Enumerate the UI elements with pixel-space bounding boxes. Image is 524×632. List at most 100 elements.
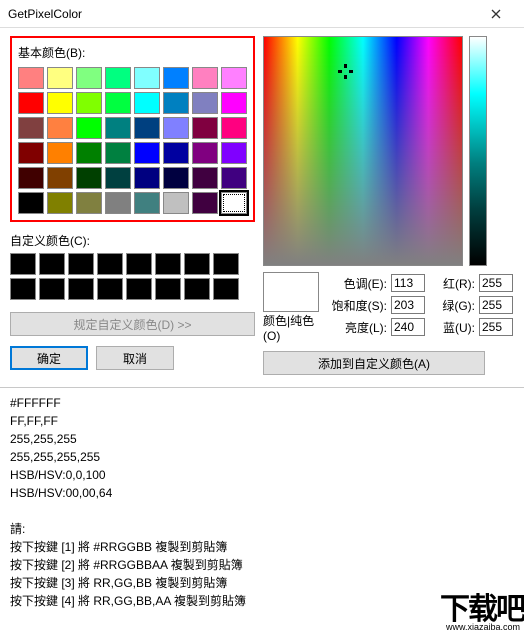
tip-4: 按下按鍵 [4] 將 RR,GG,BB,AA 複製到剪貼簿	[10, 592, 514, 610]
basic-swatch[interactable]	[18, 167, 44, 189]
custom-swatch[interactable]	[97, 278, 123, 300]
basic-swatch[interactable]	[76, 142, 102, 164]
basic-swatch[interactable]	[163, 142, 189, 164]
close-button[interactable]	[476, 2, 516, 26]
basic-swatch[interactable]	[221, 67, 247, 89]
basic-swatch[interactable]	[221, 167, 247, 189]
basic-swatch[interactable]	[221, 92, 247, 114]
basic-colors-group: 基本颜色(B):	[10, 36, 255, 222]
close-icon	[491, 9, 501, 19]
divider	[0, 387, 524, 388]
custom-swatch[interactable]	[97, 253, 123, 275]
basic-swatch[interactable]	[47, 167, 73, 189]
basic-swatch[interactable]	[221, 117, 247, 139]
basic-swatch[interactable]	[163, 167, 189, 189]
window-title: GetPixelColor	[8, 7, 476, 21]
basic-swatch[interactable]	[105, 167, 131, 189]
basic-swatch[interactable]	[163, 192, 189, 214]
basic-swatch[interactable]	[105, 117, 131, 139]
basic-swatch[interactable]	[192, 192, 218, 214]
basic-swatch[interactable]	[18, 117, 44, 139]
custom-swatch[interactable]	[126, 253, 152, 275]
custom-swatch[interactable]	[213, 278, 239, 300]
info-rgb-hex: FF,FF,FF	[10, 412, 514, 430]
basic-swatch[interactable]	[18, 142, 44, 164]
basic-swatch[interactable]	[134, 167, 160, 189]
add-to-custom-button[interactable]: 添加到自定义颜色(A)	[263, 351, 485, 375]
basic-swatch[interactable]	[47, 92, 73, 114]
info-hex: #FFFFFF	[10, 394, 514, 412]
basic-swatch[interactable]	[192, 142, 218, 164]
basic-swatch[interactable]	[134, 67, 160, 89]
basic-swatch[interactable]	[163, 67, 189, 89]
basic-swatch[interactable]	[163, 117, 189, 139]
basic-swatch[interactable]	[76, 117, 102, 139]
basic-swatch[interactable]	[192, 117, 218, 139]
basic-swatch[interactable]	[47, 117, 73, 139]
info-hsb1: HSB/HSV:0,0,100	[10, 466, 514, 484]
basic-swatch[interactable]	[192, 92, 218, 114]
lum-input[interactable]	[391, 318, 425, 336]
basic-swatch[interactable]	[163, 92, 189, 114]
blue-input[interactable]	[479, 318, 513, 336]
info-block: #FFFFFF FF,FF,FF 255,255,255 255,255,255…	[0, 394, 524, 610]
basic-swatch[interactable]	[192, 167, 218, 189]
basic-swatch[interactable]	[47, 67, 73, 89]
sat-input[interactable]	[391, 296, 425, 314]
custom-swatch[interactable]	[68, 253, 94, 275]
custom-swatch[interactable]	[213, 253, 239, 275]
crosshair-icon	[338, 64, 353, 79]
basic-swatch[interactable]	[76, 92, 102, 114]
basic-swatch[interactable]	[18, 192, 44, 214]
ok-button[interactable]: 确定	[10, 346, 88, 370]
basic-swatch[interactable]	[221, 192, 247, 214]
hue-label: 色调(E):	[329, 275, 387, 292]
info-rgba-dec: 255,255,255,255	[10, 448, 514, 466]
define-custom-button[interactable]: 规定自定义颜色(D) >>	[10, 312, 255, 336]
custom-swatch[interactable]	[10, 278, 36, 300]
basic-swatch[interactable]	[192, 67, 218, 89]
basic-swatch[interactable]	[105, 92, 131, 114]
tip-3: 按下按鍵 [3] 將 RR,GG,BB 複製到剪貼簿	[10, 574, 514, 592]
custom-swatch[interactable]	[126, 278, 152, 300]
custom-swatch[interactable]	[39, 253, 65, 275]
basic-swatch[interactable]	[18, 67, 44, 89]
custom-colors-label: 自定义颜色(C):	[10, 232, 255, 249]
custom-swatch[interactable]	[39, 278, 65, 300]
basic-swatch[interactable]	[105, 142, 131, 164]
tip-1: 按下按鍵 [1] 將 #RRGGBB 複製到剪貼簿	[10, 538, 514, 556]
hue-input[interactable]	[391, 274, 425, 292]
basic-swatch[interactable]	[221, 142, 247, 164]
red-label: 红(R):	[431, 275, 475, 292]
custom-swatch[interactable]	[68, 278, 94, 300]
custom-swatch[interactable]	[10, 253, 36, 275]
basic-swatch[interactable]	[134, 192, 160, 214]
basic-swatch[interactable]	[18, 92, 44, 114]
info-hsb2: HSB/HSV:00,00,64	[10, 484, 514, 502]
basic-swatch[interactable]	[47, 142, 73, 164]
custom-swatch[interactable]	[155, 253, 181, 275]
basic-swatch[interactable]	[76, 67, 102, 89]
color-sample	[263, 272, 319, 312]
green-input[interactable]	[479, 296, 513, 314]
color-gradient[interactable]	[263, 36, 463, 266]
basic-swatch[interactable]	[134, 92, 160, 114]
custom-swatch[interactable]	[184, 253, 210, 275]
basic-swatch[interactable]	[47, 192, 73, 214]
cancel-button[interactable]: 取消	[96, 346, 174, 370]
basic-swatch[interactable]	[105, 67, 131, 89]
custom-swatch[interactable]	[184, 278, 210, 300]
basic-swatch[interactable]	[76, 192, 102, 214]
basic-swatch[interactable]	[134, 117, 160, 139]
basic-colors-label: 基本颜色(B):	[18, 44, 247, 61]
basic-swatch[interactable]	[105, 192, 131, 214]
info-rgb-dec: 255,255,255	[10, 430, 514, 448]
lum-label: 亮度(L):	[329, 319, 387, 336]
green-label: 绿(G):	[431, 297, 475, 314]
luminance-bar[interactable]	[469, 36, 487, 266]
red-input[interactable]	[479, 274, 513, 292]
custom-swatch[interactable]	[155, 278, 181, 300]
basic-swatch[interactable]	[134, 142, 160, 164]
basic-swatch[interactable]	[76, 167, 102, 189]
custom-colors-grid	[10, 253, 255, 300]
